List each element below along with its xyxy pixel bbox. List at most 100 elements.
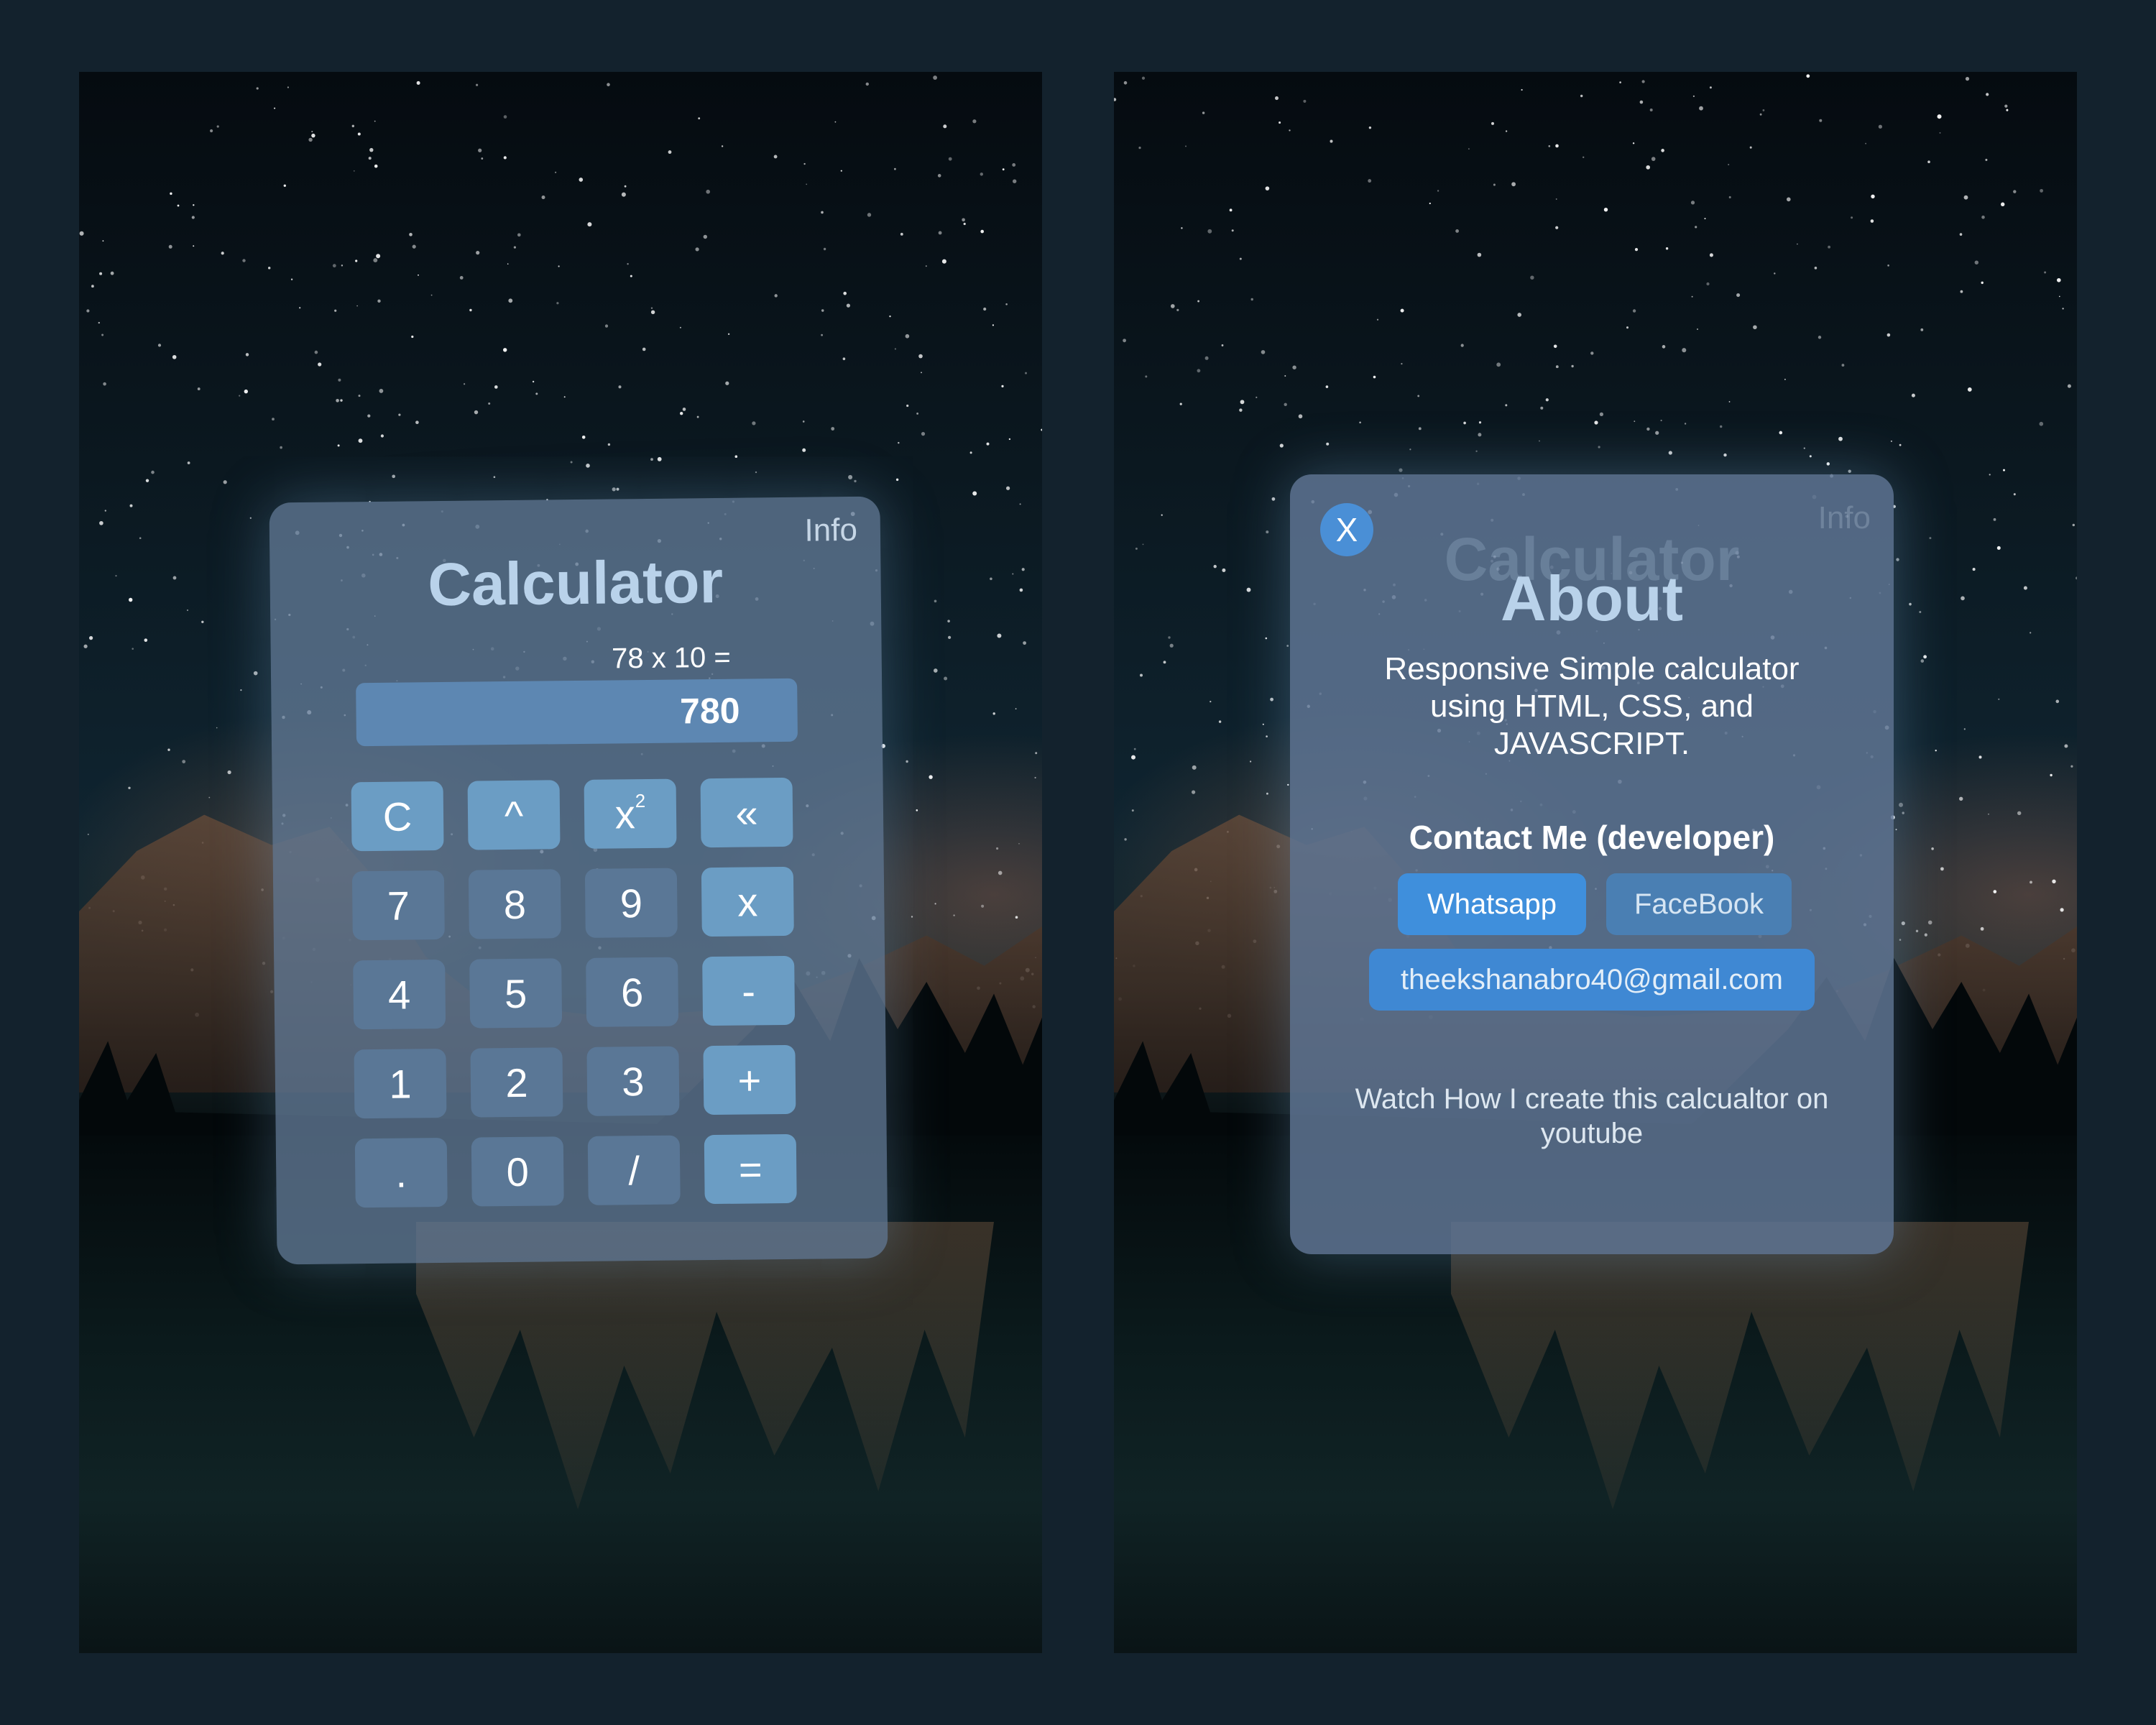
multiply-key[interactable]: x: [701, 866, 794, 937]
youtube-link[interactable]: Watch How I create this calcualtor on yo…: [1348, 1082, 1836, 1151]
star: [1246, 587, 1251, 592]
digit-2-key[interactable]: 2: [470, 1047, 563, 1118]
star: [1959, 233, 1963, 236]
star: [1583, 156, 1585, 159]
star: [1279, 121, 1281, 124]
backspace-key[interactable]: «: [700, 777, 793, 848]
star: [1019, 588, 1023, 592]
star: [1998, 698, 2000, 701]
star: [1131, 809, 1134, 812]
star: [703, 234, 707, 239]
divide-key[interactable]: /: [587, 1135, 681, 1205]
star: [1399, 468, 1403, 472]
star: [1899, 939, 1902, 941]
star: [1774, 272, 1776, 275]
facebook-button[interactable]: FaceBook: [1606, 873, 1792, 935]
close-button[interactable]: X: [1320, 503, 1373, 556]
star: [1141, 76, 1146, 80]
digit-4-key[interactable]: 4: [353, 959, 446, 1030]
power-key[interactable]: ^: [467, 780, 561, 850]
star: [1409, 448, 1411, 451]
star: [906, 760, 908, 763]
star: [1231, 229, 1234, 232]
star: [624, 185, 627, 188]
digit-3-key[interactable]: 3: [586, 1046, 680, 1116]
star: [1540, 406, 1544, 410]
clear-key[interactable]: C: [351, 781, 444, 852]
star: [1376, 318, 1379, 321]
star: [2070, 765, 2073, 768]
digit-5-key[interactable]: 5: [469, 958, 563, 1029]
star: [311, 130, 313, 133]
star: [1599, 412, 1603, 417]
star: [2064, 744, 2068, 748]
digit-0-key[interactable]: 0: [471, 1136, 564, 1207]
star: [921, 372, 922, 374]
star: [476, 83, 479, 86]
star: [1505, 404, 1508, 407]
star: [1204, 356, 1209, 360]
star: [802, 420, 805, 423]
star: [831, 427, 835, 431]
star: [98, 321, 100, 324]
equals-key[interactable]: =: [704, 1133, 797, 1205]
star: [1661, 149, 1664, 152]
star: [1895, 829, 1897, 831]
star: [151, 470, 155, 474]
info-link[interactable]: Info: [804, 512, 857, 549]
star: [1468, 148, 1470, 150]
about-description: Responsive Simple calculator using HTML,…: [1384, 651, 1800, 761]
star: [332, 264, 336, 268]
star: [1229, 208, 1233, 212]
star: [937, 174, 941, 178]
star: [227, 770, 231, 775]
digit-6-key[interactable]: 6: [586, 957, 679, 1027]
star: [1896, 558, 1899, 561]
whatsapp-button[interactable]: Whatsapp: [1398, 873, 1586, 935]
digit-1-key[interactable]: 1: [354, 1048, 447, 1119]
subtract-key[interactable]: -: [702, 955, 796, 1026]
star: [334, 309, 337, 312]
star: [541, 196, 545, 200]
star: [1920, 328, 1924, 331]
star: [900, 232, 903, 236]
add-key[interactable]: +: [703, 1044, 796, 1116]
star: [2023, 586, 2027, 590]
star: [1920, 659, 1925, 663]
star: [821, 334, 823, 336]
star: [1590, 351, 1594, 355]
star: [1250, 298, 1253, 301]
star: [894, 348, 896, 350]
star: [1759, 113, 1762, 116]
star: [1787, 197, 1791, 202]
star: [802, 448, 806, 452]
star: [1963, 195, 1968, 200]
star: [337, 444, 340, 447]
decimal-key[interactable]: .: [354, 1137, 448, 1208]
star: [558, 265, 560, 267]
star: [1298, 414, 1303, 419]
star: [1292, 365, 1296, 369]
star: [1418, 427, 1422, 431]
star: [1626, 326, 1628, 329]
star: [513, 246, 517, 249]
key-label: 4: [387, 971, 411, 1018]
star: [657, 456, 662, 461]
star: [1012, 163, 1016, 167]
star: [1284, 374, 1286, 377]
star: [1460, 344, 1464, 347]
email-button[interactable]: theekshanabro40@gmail.com: [1369, 949, 1815, 1011]
digit-7-key[interactable]: 7: [351, 870, 445, 941]
digit-8-key[interactable]: 8: [468, 869, 561, 939]
square-key[interactable]: x2: [584, 778, 677, 849]
star: [182, 760, 186, 764]
star: [1013, 179, 1017, 183]
digit-9-key[interactable]: 9: [584, 868, 678, 938]
star: [1709, 253, 1713, 257]
star: [865, 82, 870, 86]
star: [943, 124, 947, 129]
star: [1555, 365, 1559, 369]
star: [1368, 179, 1372, 183]
star: [1265, 637, 1268, 640]
star: [1902, 811, 1904, 814]
